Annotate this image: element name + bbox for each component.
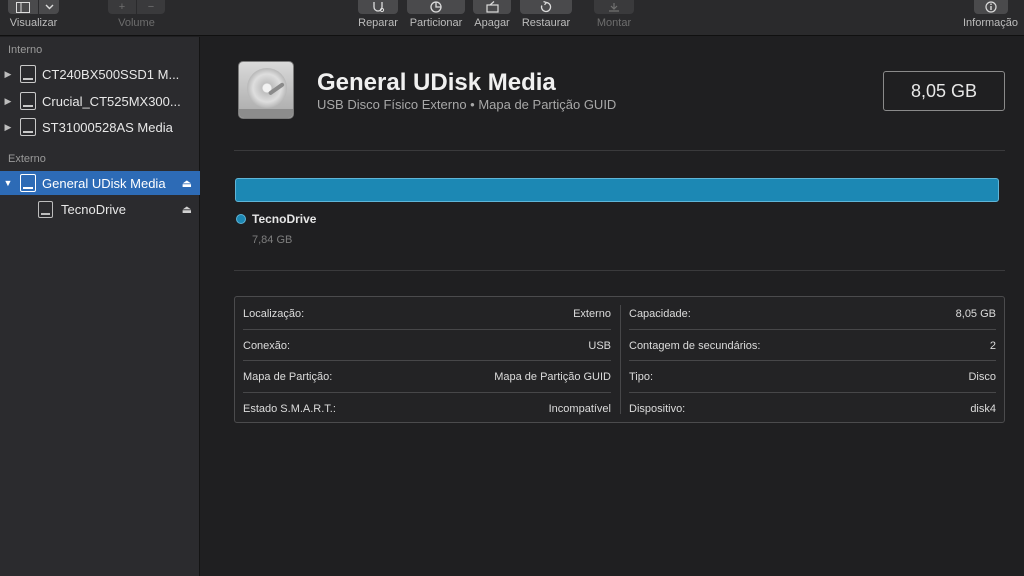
info-row: Estado S.M.A.R.T.: Incompatível (243, 393, 611, 424)
info-row: Contagem de secundários: 2 (629, 330, 996, 361)
eject-icon[interactable]: ⏏ (182, 177, 192, 190)
info-value: disk4 (970, 402, 996, 415)
view-label: Visualizar (9, 17, 58, 29)
repair-label: Reparar (358, 17, 398, 29)
sidebar-item-disk[interactable]: ▶ Crucial_CT525MX300... (0, 89, 200, 113)
restore-icon (520, 0, 572, 14)
info-value: 8,05 GB (955, 307, 996, 320)
internal-disk-icon (20, 65, 36, 83)
hard-drive-icon (238, 61, 294, 119)
info-label: Capacidade: (629, 307, 691, 320)
partition-usage-bar (235, 178, 999, 202)
erase-label: Apagar (474, 17, 510, 29)
info-label: Conexão: (243, 339, 291, 352)
sidebar-item-label: Crucial_CT525MX300... (42, 93, 181, 109)
info-row: Mapa de Partição: Mapa de Partição GUID (243, 361, 611, 392)
volume-label: Volume (118, 17, 155, 29)
mount-icon (594, 0, 634, 14)
info-value: Mapa de Partição GUID (494, 370, 611, 383)
info-label: Mapa de Partição: (243, 370, 333, 383)
info-row: Dispositivo: disk4 (629, 393, 996, 424)
internal-disk-icon (20, 118, 36, 136)
page-title: General UDisk Media (317, 69, 556, 96)
sidebar-item-label: ST31000528AS Media (42, 119, 173, 135)
disclosure-triangle-icon[interactable]: ▶ (0, 122, 16, 133)
erase-icon (473, 0, 511, 14)
info-table: Localização: Externo Conexão: USB Mapa d… (234, 296, 1005, 423)
partition-size: 7,84 GB (252, 234, 293, 246)
partition-label: Particionar (409, 17, 463, 29)
main-panel: General UDisk Media USB Disco Físico Ext… (201, 37, 1024, 576)
info-label: Informação (963, 17, 1019, 29)
info-row: Localização: Externo (243, 298, 611, 329)
sidebar: Interno ▶ CT240BX500SSD1 M... ▶ Crucial_… (0, 37, 200, 576)
column-divider (620, 305, 621, 414)
info-row: Tipo: Disco (629, 361, 996, 392)
info-row: Conexão: USB (243, 330, 611, 361)
info-label: Localização: (243, 307, 305, 320)
toolbar: Visualizar + − Volume Reparar Particiona… (0, 0, 1024, 36)
info-label: Dispositivo: (629, 402, 686, 415)
erase-button[interactable]: Apagar (473, 0, 511, 29)
info-value: Externo (573, 307, 611, 320)
sidebar-item-tecnodrive[interactable]: TecnoDrive ⏏ (0, 197, 200, 221)
info-column-left: Localização: Externo Conexão: USB Mapa d… (243, 297, 611, 422)
disclosure-triangle-icon[interactable]: ▶ (0, 96, 16, 107)
sidebar-icon[interactable] (8, 0, 38, 14)
info-row: Capacidade: 8,05 GB (629, 298, 996, 329)
restore-label: Restaurar (521, 17, 571, 29)
info-value: Disco (968, 370, 996, 383)
mount-button[interactable]: Montar (594, 0, 634, 29)
chevron-down-icon[interactable] (39, 0, 59, 14)
restore-button[interactable]: Restaurar (520, 0, 572, 29)
mount-label: Montar (596, 17, 632, 29)
external-section-header: Externo (8, 153, 46, 165)
remove-volume-button[interactable]: − (137, 0, 165, 14)
partition-legend-swatch (236, 214, 246, 224)
info-value: 2 (989, 339, 996, 352)
sidebar-item-disk[interactable]: ▶ CT240BX500SSD1 M... (0, 62, 200, 86)
repair-button[interactable]: Reparar (358, 0, 398, 29)
info-column-right: Capacidade: 8,05 GB Contagem de secundár… (629, 297, 996, 422)
divider (234, 270, 1005, 271)
sidebar-item-label: CT240BX500SSD1 M... (42, 66, 180, 82)
capacity-badge: 8,05 GB (883, 71, 1005, 111)
sidebar-item-label: General UDisk Media (42, 175, 166, 191)
disclosure-triangle-icon[interactable]: ▼ (0, 178, 16, 188)
partition-name: TecnoDrive (252, 212, 317, 226)
add-volume-button[interactable]: + (108, 0, 136, 14)
volume-control: + − Volume (108, 0, 165, 29)
partition-button[interactable]: Particionar (407, 0, 465, 29)
disclosure-triangle-icon[interactable]: ▶ (0, 69, 16, 80)
info-icon (973, 0, 1008, 14)
stethoscope-icon (358, 0, 398, 14)
sidebar-item-disk[interactable]: ▶ ST31000528AS Media (0, 115, 200, 139)
eject-icon[interactable]: ⏏ (182, 203, 192, 216)
info-label: Tipo: (629, 370, 654, 383)
sidebar-item-general-udisk[interactable]: ▼ General UDisk Media ⏏ (0, 171, 200, 195)
info-button[interactable]: Informação (963, 0, 1018, 29)
sidebar-item-label: TecnoDrive (61, 201, 127, 217)
info-label: Contagem de secundários: (629, 339, 761, 352)
info-value: USB (588, 339, 611, 352)
pie-icon (407, 0, 465, 14)
external-disk-icon (20, 174, 36, 192)
disk-subtitle: USB Disco Físico Externo • Mapa de Parti… (317, 97, 617, 112)
internal-section-header: Interno (8, 44, 43, 56)
view-control[interactable]: Visualizar (8, 0, 59, 29)
divider (234, 150, 1005, 151)
volume-icon (38, 200, 53, 218)
info-value: Incompatível (548, 402, 611, 415)
info-label: Estado S.M.A.R.T.: (243, 402, 336, 415)
internal-disk-icon (20, 92, 36, 110)
